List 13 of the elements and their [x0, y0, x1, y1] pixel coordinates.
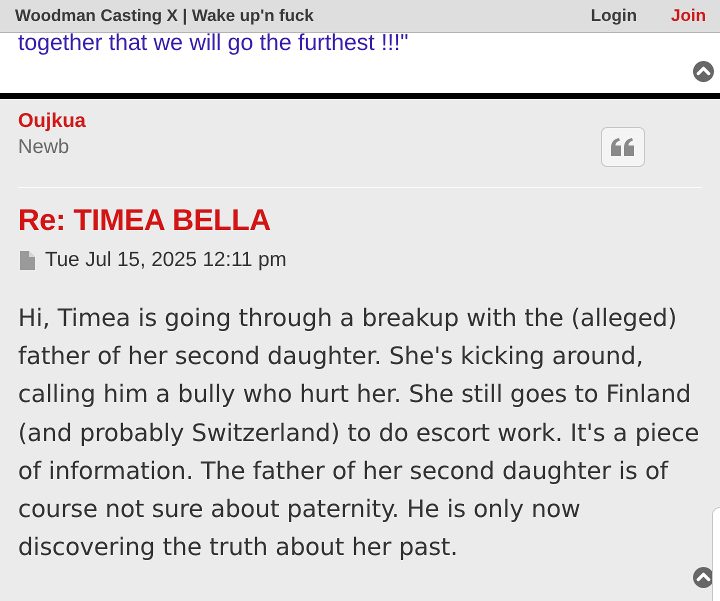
author-rank: Newb: [18, 135, 70, 159]
post-body: Hi, Timea is going through a breakup with the (alleged) father of her second daughter. She's kicking around, calling him a bully who hurt her. She still goes to Finland (and probably Switzerland) to do escort work. It's a piece of information. The father of her second daughter is of course not sure about paternity. He is only now discovering the truth about her past.: [18, 303, 700, 564]
post-title[interactable]: Re: TIMEA BELLA: [18, 203, 702, 239]
post-date: Tue Jul 15, 2025 12:11 pm: [45, 247, 287, 273]
quote-icon: [611, 138, 635, 156]
previous-post-text: together that we will go the furthest !!!": [18, 31, 410, 53]
nav-link[interactable]: Login: [590, 6, 638, 26]
file-icon: [20, 250, 35, 270]
quote-button[interactable]: [601, 127, 645, 167]
author-name[interactable]: Oujkua: [18, 110, 86, 132]
back-to-top-icon[interactable]: [693, 61, 714, 82]
site-title[interactable]: Woodman Casting X | Wake up'n fuck: [15, 6, 591, 26]
nav-link[interactable]: Join: [671, 6, 706, 26]
